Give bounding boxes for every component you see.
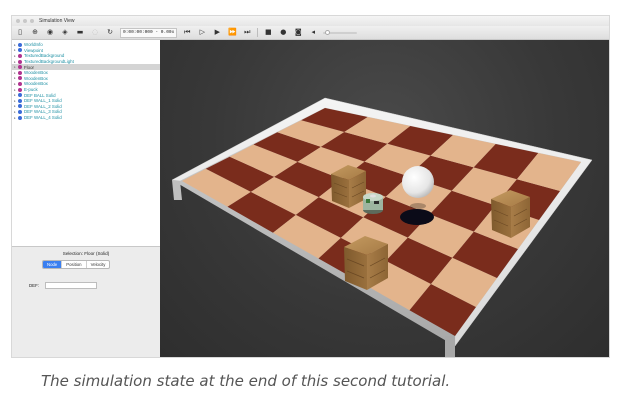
selection-title: Selection: Floor (Solid): [62, 251, 110, 256]
save-world-icon[interactable]: ◈: [60, 28, 70, 38]
scene-tree-item-label: DEF WALL_3 Solid: [24, 109, 62, 115]
minimize-window-icon[interactable]: [23, 19, 27, 23]
window-title: Simulation View: [39, 18, 75, 24]
def-field[interactable]: [45, 281, 97, 289]
scene-tree-item-label: Floor: [24, 64, 35, 70]
scene-tree-item-label: TexturedBackgroundLight: [24, 59, 74, 65]
ball: [402, 166, 434, 198]
node-type-icon: [18, 42, 22, 47]
play-icon[interactable]: ▶: [212, 28, 222, 38]
tab-position[interactable]: Position: [62, 261, 87, 268]
open-world-icon[interactable]: ◉: [45, 28, 55, 38]
wooden-box-1: [331, 165, 366, 208]
node-type-icon: [18, 81, 22, 86]
def-label: DEF:: [29, 283, 40, 288]
scene-tree-item-label: DEF BALL Solid: [24, 92, 56, 98]
node-type-icon: [18, 59, 22, 64]
reset-icon[interactable]: ◌: [90, 28, 100, 38]
record-icon[interactable]: ●: [278, 28, 288, 38]
scene-tree-item-label: WorldInfo: [24, 42, 43, 48]
node-type-icon: [18, 104, 22, 109]
scene-tree-item-label: TexturedBackground: [24, 53, 65, 59]
scene-tree-item-label: Viewpoint: [24, 47, 43, 53]
e-puck-robot: [363, 193, 383, 214]
scene-tree-item-label: E-puck: [24, 87, 38, 93]
figure-caption: The simulation state at the end of this …: [41, 372, 451, 390]
node-type-icon: [18, 70, 22, 75]
simulation-time-display: 0:00:00:000 - 0.00x: [120, 27, 178, 38]
node-type-icon: [18, 115, 22, 120]
selection-tabs: Node Position Velocity: [42, 260, 111, 269]
fast-icon[interactable]: ⏩: [227, 28, 237, 38]
scene-tree[interactable]: ▸ WorldInfo ▸ Viewpoint ▸ TexturedBackground ▸…: [12, 40, 161, 246]
node-type-icon: [18, 98, 22, 103]
scene-tree-item-label: WoodenBox: [24, 81, 48, 87]
toolbar-divider: [257, 28, 259, 37]
wall-front-edge: [445, 336, 455, 357]
volume-slider-knob[interactable]: [325, 29, 331, 35]
reload-world-icon[interactable]: ▬: [75, 28, 85, 38]
node-type-icon: [18, 93, 22, 98]
scene-tree-toggle-icon[interactable]: ▯: [15, 28, 25, 38]
node-type-icon: [18, 87, 22, 92]
ball-shadow: [400, 209, 434, 225]
step-forward-icon[interactable]: ▷: [197, 28, 207, 38]
sound-icon[interactable]: ◂: [308, 28, 318, 38]
3d-scene: [171, 97, 593, 357]
simulation-window: Simulation View ▯ ⊕ ◉ ◈ ▬ ◌ ↻ 0:00:00:00…: [11, 15, 610, 358]
node-type-icon: [18, 48, 22, 53]
window-controls: [16, 19, 34, 23]
tab-node[interactable]: Node: [43, 261, 63, 268]
volume-slider[interactable]: [323, 29, 358, 35]
3d-viewport[interactable]: [160, 40, 609, 357]
scene-tree-item[interactable]: ▸ DEF WALL_4 Solid: [12, 115, 160, 121]
add-node-icon[interactable]: ⊕: [30, 28, 40, 38]
tab-velocity[interactable]: Velocity: [87, 261, 110, 268]
scene-tree-item-label: DEF WALL_1 Solid: [24, 98, 62, 104]
toolbar: ▯ ⊕ ◉ ◈ ▬ ◌ ↻ 0:00:00:000 - 0.00x ⏮ ▷ ▶ …: [12, 26, 609, 40]
step-icon[interactable]: ↻: [105, 28, 115, 38]
node-type-icon: [18, 76, 22, 81]
scene-tree-item-label: WoodenBox: [24, 70, 48, 76]
selection-panel: Selection: Floor (Solid) Node Position V…: [12, 246, 161, 357]
scene-tree-item-label: DEF WALL_4 Solid: [24, 115, 62, 121]
scene-tree-item-label: WoodenBox: [24, 75, 48, 81]
real-time-icon[interactable]: ⏮: [182, 28, 192, 38]
stop-record-icon[interactable]: ■: [263, 28, 273, 38]
maximize-window-icon[interactable]: [30, 19, 34, 23]
fastest-icon[interactable]: ⏭: [242, 28, 252, 38]
node-type-icon: [18, 53, 22, 58]
node-type-icon: [18, 109, 22, 114]
close-window-icon[interactable]: [16, 19, 20, 23]
scene-tree-item-label: DEF WALL_2 Solid: [24, 103, 62, 109]
screenshot-icon[interactable]: ◙: [293, 28, 303, 38]
node-type-icon: [18, 65, 22, 70]
ball-ground-shadow: [410, 203, 426, 209]
